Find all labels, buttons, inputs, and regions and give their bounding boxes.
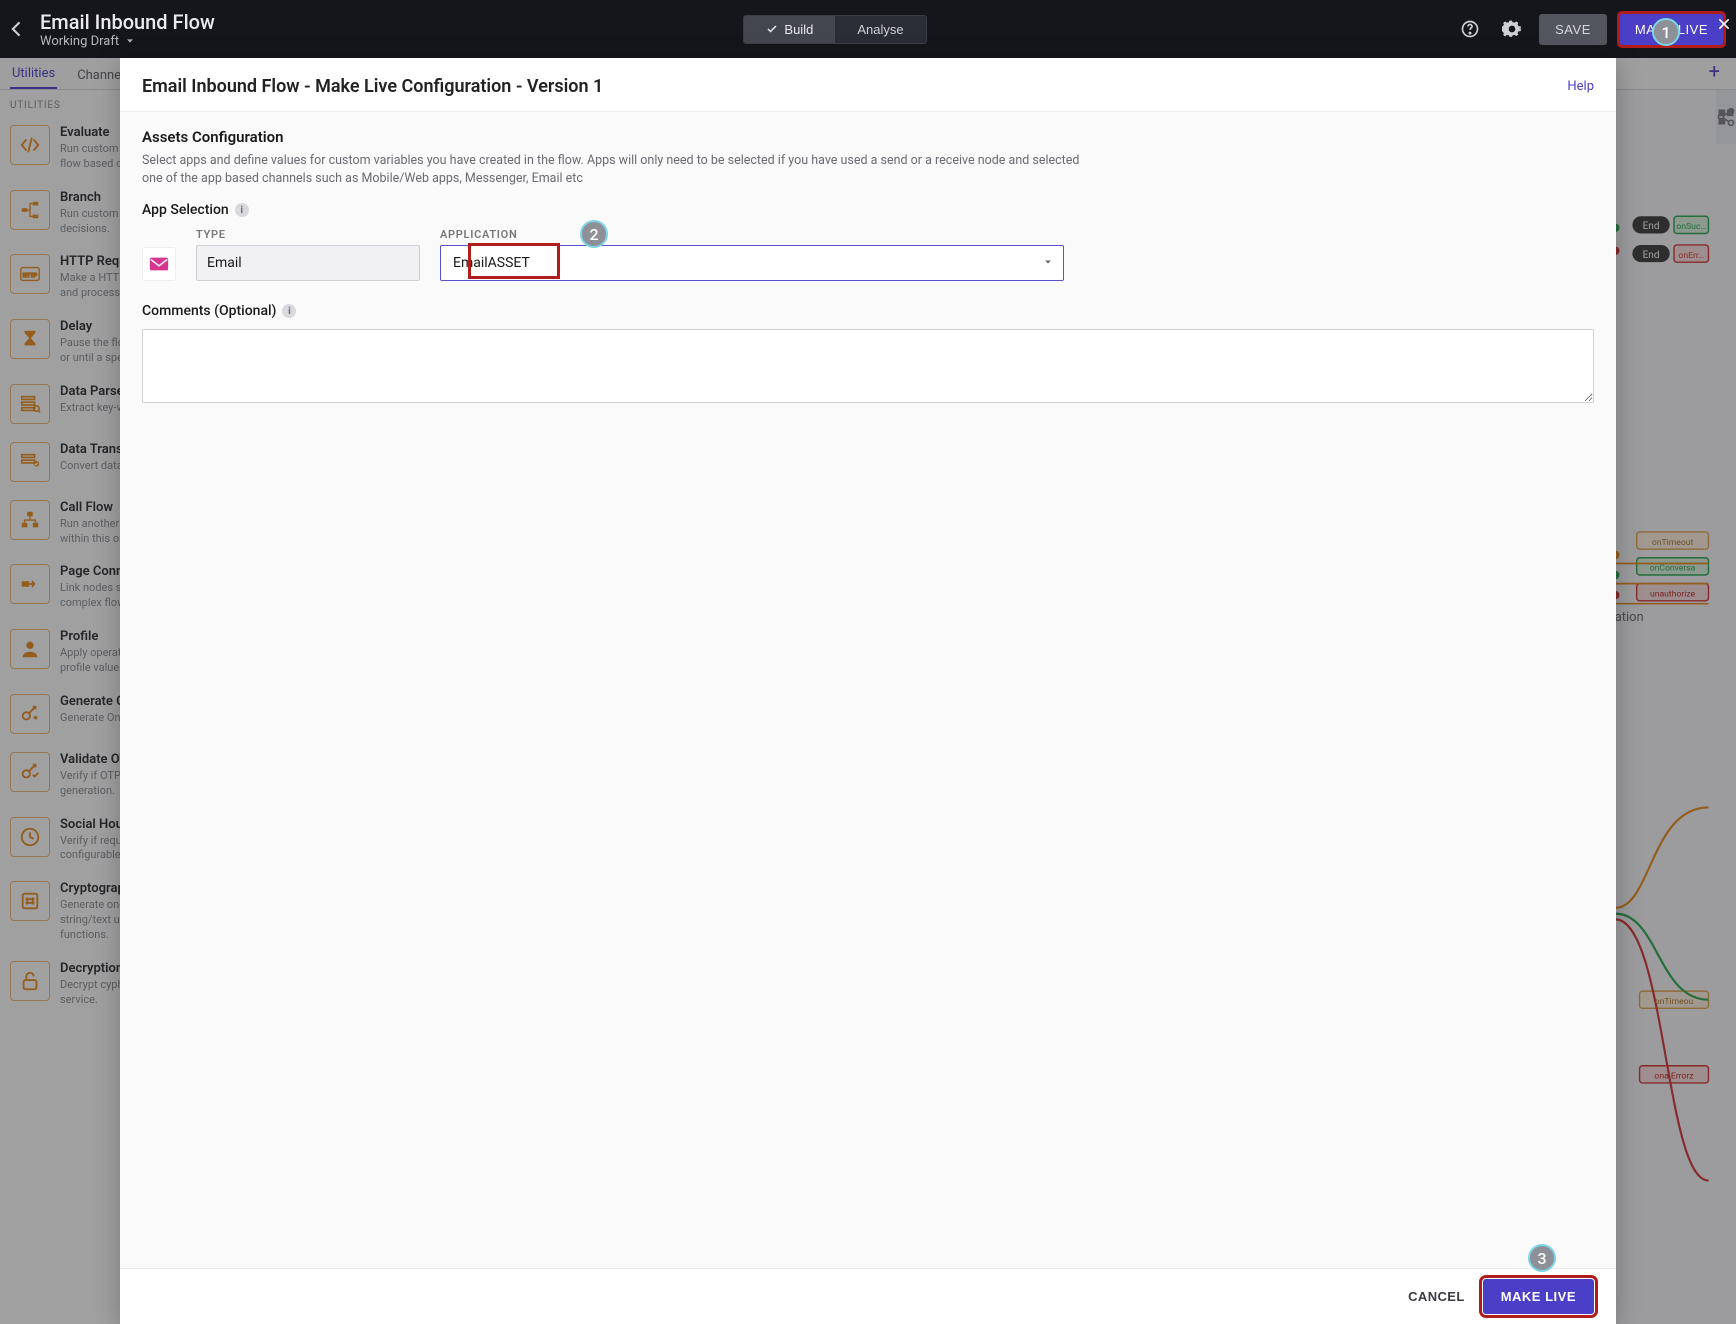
info-icon[interactable]: i (282, 304, 296, 318)
assets-heading: Assets Configuration (142, 128, 1594, 146)
info-icon[interactable]: i (235, 203, 249, 217)
draft-status-label: Working Draft (40, 34, 119, 49)
chevron-down-icon (1043, 255, 1053, 271)
build-tab[interactable]: Build (744, 16, 835, 43)
close-icon[interactable] (1716, 16, 1732, 36)
application-label: APPLICATION (440, 228, 1594, 241)
gear-icon[interactable] (1497, 14, 1527, 44)
application-value: EmailASSET (453, 255, 530, 271)
comments-label: Comments (Optional) (142, 303, 276, 319)
application-select[interactable]: EmailASSET (440, 245, 1064, 281)
modal-make-live-button[interactable]: MAKE LIVE (1483, 1279, 1594, 1314)
page-title-wrap: Email Inbound Flow Working Draft (40, 10, 215, 49)
modal-title: Email Inbound Flow - Make Live Configura… (142, 76, 603, 97)
analyse-label: Analyse (857, 22, 903, 37)
type-label: TYPE (196, 228, 420, 241)
make-live-modal: Email Inbound Flow - Make Live Configura… (120, 58, 1616, 1324)
callout-1: 1 (1652, 18, 1680, 46)
build-label: Build (784, 22, 813, 37)
modal-help-link[interactable]: Help (1567, 79, 1594, 94)
back-button[interactable] (4, 16, 30, 42)
type-field: Email (196, 245, 420, 281)
email-app-icon (142, 247, 176, 281)
app-selection-label: App Selection (142, 202, 229, 218)
cancel-button[interactable]: CANCEL (1408, 1289, 1465, 1304)
callout-2: 2 (580, 220, 608, 248)
callout-3: 3 (1528, 1244, 1556, 1272)
save-button[interactable]: SAVE (1539, 14, 1607, 45)
comments-input[interactable] (142, 329, 1594, 403)
chevron-down-icon (125, 36, 135, 46)
analyse-tab[interactable]: Analyse (835, 16, 925, 43)
check-icon (766, 23, 778, 35)
page-subtitle[interactable]: Working Draft (40, 34, 215, 49)
mode-switch: Build Analyse (743, 15, 926, 44)
type-value: Email (207, 255, 242, 271)
page-title: Email Inbound Flow (40, 10, 215, 34)
help-icon[interactable] (1455, 14, 1485, 44)
assets-note: Select apps and define values for custom… (142, 152, 1082, 188)
